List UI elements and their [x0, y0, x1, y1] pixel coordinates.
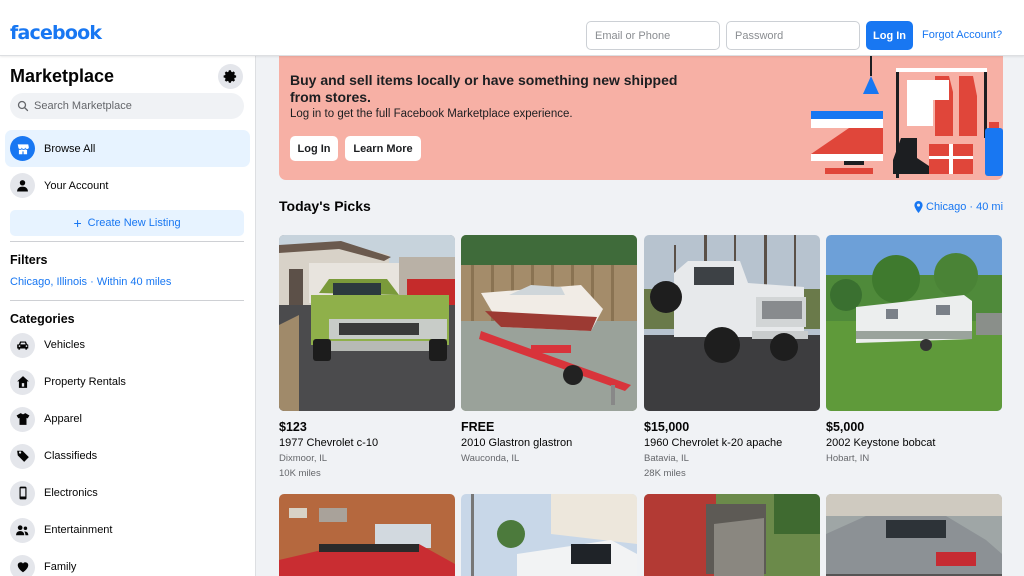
listing-title: 2010 Glastron glastron	[461, 437, 573, 449]
listing-card[interactable]: FREE 2010 Glastron glastron Wauconda, IL	[461, 235, 637, 464]
category-label: Classifieds	[44, 450, 98, 462]
category-label: Property Rentals	[44, 376, 126, 388]
sidebar-item-your-account[interactable]: Your Account	[5, 167, 250, 204]
listing-photo[interactable]	[279, 494, 455, 576]
category-label: Apparel	[44, 413, 82, 425]
banner-login-button[interactable]: Log In	[290, 136, 338, 161]
sidebar-item-browse-all[interactable]: Browse All	[5, 130, 250, 167]
listing-card[interactable]: $5,000 2002 Keystone bobcat Hobart, IN	[826, 235, 1002, 464]
location-pin-icon	[914, 201, 923, 213]
listing-location: Wauconda, IL	[461, 453, 520, 464]
category-classifieds[interactable]: Classifieds	[10, 441, 97, 471]
listing-location: Batavia, IL	[644, 453, 689, 464]
banner-title: Buy and sell items locally or have somet…	[290, 72, 678, 105]
person-icon	[10, 173, 35, 198]
listing-title: 2002 Keystone bobcat	[826, 437, 936, 449]
tag-icon	[10, 443, 35, 469]
storefront-icon	[10, 136, 35, 161]
listing-photo[interactable]	[461, 494, 637, 576]
house-icon	[10, 369, 35, 395]
listing-photo	[644, 235, 820, 411]
picks-location-label: Chicago · 40 mi	[926, 201, 1004, 213]
divider	[10, 241, 244, 242]
category-label: Entertainment	[44, 524, 113, 536]
filters-title: Filters	[10, 253, 48, 267]
email-field[interactable]	[586, 21, 720, 50]
listing-mileage: 10K miles	[279, 468, 321, 479]
listing-photo[interactable]	[826, 494, 1002, 576]
listing-photo	[461, 235, 637, 411]
listing-location: Dixmoor, IL	[279, 453, 328, 464]
main-content: Buy and sell items locally or have somet…	[257, 56, 1024, 576]
todays-picks-title: Today's Picks	[279, 198, 371, 214]
category-vehicles[interactable]: Vehicles	[10, 330, 85, 360]
create-listing-label: Create New Listing	[87, 217, 181, 229]
phone-icon	[10, 480, 35, 506]
login-button[interactable]: Log In	[866, 21, 913, 50]
sidebar: Marketplace Search Marketplace Browse Al…	[0, 56, 256, 576]
listing-location: Hobart, IN	[826, 453, 870, 464]
listing-photo	[279, 235, 455, 411]
categories-title: Categories	[10, 312, 75, 326]
facebook-logo[interactable]: facebook	[10, 22, 102, 44]
learn-more-button[interactable]: Learn More	[345, 136, 421, 161]
listing-price: $5,000	[826, 420, 865, 434]
password-field[interactable]	[726, 21, 860, 50]
listing-title: 1977 Chevrolet c-10	[279, 437, 379, 449]
category-apparel[interactable]: Apparel	[10, 404, 82, 434]
listing-price: $15,000	[644, 420, 690, 434]
top-bar: facebook Log In Forgot Account?	[0, 0, 1024, 56]
category-entertainment[interactable]: Entertainment	[10, 515, 112, 545]
search-placeholder: Search Marketplace	[34, 100, 132, 112]
heart-icon	[10, 554, 35, 576]
listing-photo[interactable]	[644, 494, 820, 576]
category-label: Vehicles	[44, 339, 85, 351]
category-family[interactable]: Family	[10, 552, 76, 576]
search-icon	[17, 100, 29, 112]
listing-price: $123	[279, 420, 307, 434]
settings-button[interactable]	[218, 64, 243, 89]
car-icon	[10, 332, 35, 358]
listing-mileage: 28K miles	[644, 468, 686, 479]
category-label: Electronics	[44, 487, 98, 499]
listing-photo	[826, 235, 1002, 411]
people-icon	[10, 517, 35, 543]
sidebar-item-label: Your Account	[44, 179, 109, 192]
listing-price: FREE	[461, 420, 495, 434]
category-label: Family	[44, 561, 77, 573]
divider	[10, 300, 244, 301]
location-filter-link[interactable]: Chicago, Illinois · Within 40 miles	[10, 276, 171, 288]
sidebar-item-label: Browse All	[44, 142, 96, 155]
banner-subtitle: Log in to get the full Facebook Marketpl…	[290, 108, 573, 120]
picks-location-link[interactable]: Chicago · 40 mi	[914, 201, 1003, 213]
marketplace-illustration	[811, 56, 1003, 178]
listing-title: 1960 Chevrolet k-20 apache	[644, 437, 783, 449]
plus-icon: +	[73, 215, 82, 231]
category-electronics[interactable]: Electronics	[10, 478, 98, 508]
listing-card[interactable]: $123 1977 Chevrolet c-10 Dixmoor, IL 10K…	[279, 235, 455, 479]
search-input[interactable]: Search Marketplace	[10, 93, 244, 119]
gear-icon	[223, 70, 237, 83]
sidebar-title: Marketplace	[10, 66, 115, 86]
login-promo-banner: Buy and sell items locally or have somet…	[279, 56, 1003, 180]
listing-card[interactable]: $15,000 1960 Chevrolet k-20 apache Batav…	[644, 235, 820, 479]
create-listing-button[interactable]: + Create New Listing	[10, 210, 244, 236]
forgot-account-link[interactable]: Forgot Account?	[922, 29, 1002, 41]
category-property-rentals[interactable]: Property Rentals	[10, 367, 126, 397]
shirt-icon	[10, 406, 35, 432]
